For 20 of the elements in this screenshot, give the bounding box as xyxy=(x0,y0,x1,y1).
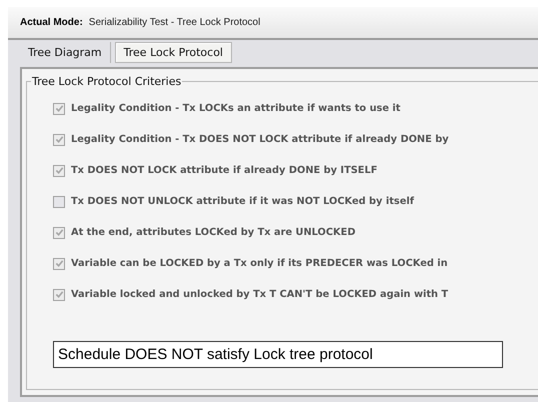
criterion-label: Legality Condition - Tx DOES NOT LOCK attribute if already DONE by xyxy=(71,134,449,145)
criterion-label: Tx DOES NOT LOCK attribute if already DONE by ITSELF xyxy=(71,165,378,176)
mode-label: Actual Mode: xyxy=(20,17,83,28)
checkbox[interactable] xyxy=(53,288,65,300)
mode-value: Serializability Test - Tree Lock Protocol xyxy=(88,17,260,28)
criterion-label: At the end, attributes LOCKed by Tx are UNLOCKED xyxy=(71,227,356,238)
checkbox[interactable] xyxy=(53,196,65,208)
criterion-label: Legality Condition - Tx LOCKs an attribute if wants to use it xyxy=(71,103,400,114)
criterion-label: Tx DOES NOT UNLOCK attribute if it was NOT LOCKed by itself xyxy=(71,196,414,207)
checkbox[interactable] xyxy=(53,226,65,238)
criterion-label: Variable locked and unlocked by Tx T CAN'T be LOCKED again with T xyxy=(71,289,448,300)
checkbox[interactable] xyxy=(53,102,65,114)
checkbox[interactable] xyxy=(53,258,65,270)
tab[interactable]: Tree Diagram xyxy=(20,42,111,63)
tab[interactable]: Tree Lock Protocol xyxy=(114,42,232,63)
checkbox[interactable] xyxy=(53,164,65,176)
group-title: Tree Lock Protocol Criteries xyxy=(31,75,182,88)
result-message: Schedule DOES NOT satisfy Lock tree protocol xyxy=(53,341,503,368)
criterion-label: Variable can be LOCKED by a Tx only if its PREDECER was LOCKed in xyxy=(71,258,448,269)
checkbox[interactable] xyxy=(53,134,65,146)
